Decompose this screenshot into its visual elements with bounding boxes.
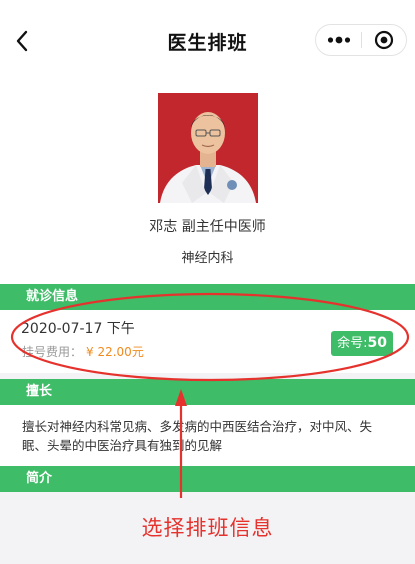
- remaining-label: 余号:: [337, 336, 368, 351]
- doctor-profile: 邓志 副主任中医师 神经内科: [0, 80, 415, 284]
- speciality-card: 擅长对神经内科常见病、多发病的中西医结合治疗，对中风、失眠、头晕的中医治疗具有独…: [0, 405, 415, 466]
- schedule-item[interactable]: 2020-07-17 下午 挂号费用： ¥ 22.00元 余号:50: [0, 310, 415, 373]
- close-mini-program-button[interactable]: [362, 25, 407, 55]
- section-header-intro: 简介: [0, 466, 415, 492]
- more-dots-icon: [327, 36, 351, 44]
- doctor-name-title: 邓志 副主任中医师: [149, 219, 266, 235]
- fee-label: 挂号费用：: [22, 345, 83, 359]
- navigation-bar: 医生排班: [0, 0, 415, 80]
- fee-price: ¥ 22.00元: [86, 345, 144, 359]
- doctor-photo: [158, 93, 258, 203]
- section-header-schedule: 就诊信息: [0, 284, 415, 310]
- mini-program-capsule: [315, 24, 407, 56]
- registration-fee: 挂号费用： ¥ 22.00元: [22, 343, 144, 360]
- target-close-icon: [374, 30, 394, 50]
- doctor-department: 神经内科: [181, 251, 234, 266]
- annotation-label: 选择排班信息: [141, 516, 274, 540]
- remaining-slots-button[interactable]: 余号:50: [331, 331, 393, 356]
- section-header-speciality: 擅长: [0, 379, 415, 405]
- remaining-count: 50: [367, 335, 387, 351]
- speciality-text: 擅长对神经内科常见病、多发病的中西医结合治疗，对中风、失眠、头晕的中医治疗具有独…: [22, 419, 373, 453]
- schedule-date: 2020-07-17 下午: [21, 321, 135, 337]
- more-button[interactable]: [316, 25, 361, 55]
